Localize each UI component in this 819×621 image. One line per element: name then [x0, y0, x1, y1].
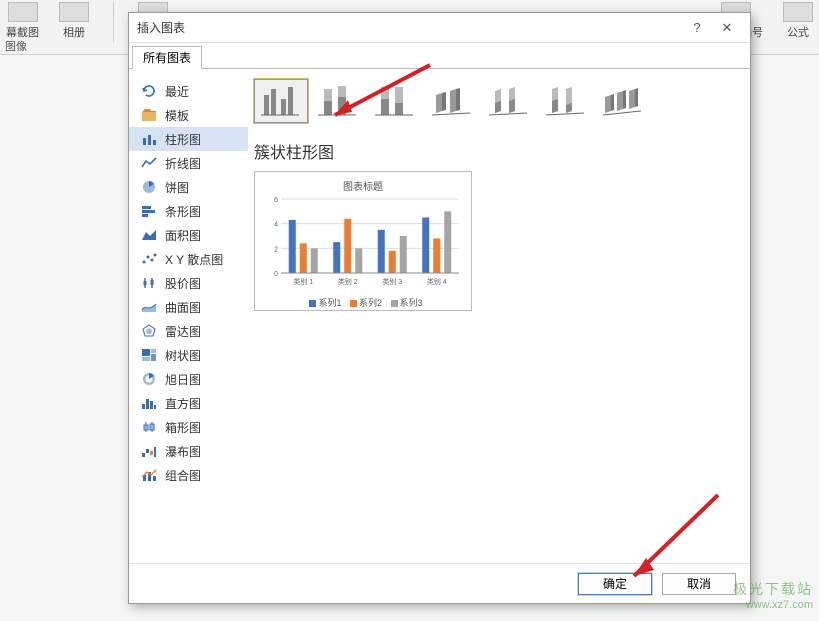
subtype-3d-clustered-column[interactable] — [425, 79, 479, 123]
chart-preview[interactable]: 图表标题 0 2 4 6 类别 1 类别 2 类别 3 类别 4 系列1 系列2 系列3 — [254, 171, 472, 311]
subtype-100-stacked-column[interactable] — [368, 79, 422, 123]
template-icon — [141, 108, 157, 122]
chart-preview-legend: 系列1 系列2 系列3 — [261, 296, 465, 309]
subtype-clustered-column[interactable] — [254, 79, 308, 123]
category-waterfall[interactable]: 瀑布图 — [129, 439, 248, 463]
svg-text:0: 0 — [274, 271, 278, 278]
category-label: 模板 — [165, 107, 189, 124]
subtype-stacked-column[interactable] — [311, 79, 365, 123]
recent-icon — [141, 84, 157, 98]
category-sunburst[interactable]: 旭日图 — [129, 367, 248, 391]
dialog-tab-strip: 所有图表 — [129, 46, 750, 68]
chart-category-list: 最近模板柱形图折线图饼图条形图面积图 X Y 散点图股价图曲面图雷达图树状图旭日图… — [129, 69, 248, 563]
category-label: 树状图 — [165, 347, 201, 364]
category-label: 瀑布图 — [165, 443, 201, 460]
category-label: 条形图 — [165, 203, 201, 220]
category-area[interactable]: 面积图 — [129, 223, 248, 247]
line-icon — [141, 156, 157, 170]
chart-subtype-title: 簇状柱形图 — [254, 139, 738, 163]
svg-text:类别 2: 类别 2 — [338, 277, 358, 286]
xy-icon — [141, 252, 157, 266]
chart-subtype-row — [254, 79, 738, 123]
ribbon-album[interactable]: 相册 — [59, 2, 89, 40]
category-pie[interactable]: 饼图 — [129, 175, 248, 199]
bar-icon — [141, 204, 157, 218]
svg-text:2: 2 — [274, 246, 278, 253]
category-label: 箱形图 — [165, 419, 201, 436]
category-stock[interactable]: 股价图 — [129, 271, 248, 295]
dialog-footer: 确定 取消 — [129, 563, 750, 603]
sunburst-icon — [141, 372, 157, 386]
ribbon-screenshot[interactable]: 幕截图 — [6, 2, 39, 40]
ribbon-group-images-label: 图像 — [5, 38, 27, 54]
subtype-3d-100-stacked-column[interactable] — [539, 79, 593, 123]
category-template[interactable]: 模板 — [129, 103, 248, 127]
svg-text:4: 4 — [274, 222, 278, 229]
svg-text:类别 4: 类别 4 — [427, 277, 447, 286]
box-icon — [141, 420, 157, 434]
category-label: 折线图 — [165, 155, 201, 172]
chart-right-panel: 簇状柱形图 图表标题 0 2 4 6 类别 1 类别 2 类别 3 类别 4 系列1 系列2 … — [248, 69, 750, 563]
pie-icon — [141, 180, 157, 194]
category-treemap[interactable]: 树状图 — [129, 343, 248, 367]
close-button[interactable]: ✕ — [712, 16, 742, 40]
hist-icon — [141, 396, 157, 410]
category-combo[interactable]: 组合图 — [129, 463, 248, 487]
stock-icon — [141, 276, 157, 290]
category-label: 组合图 — [165, 467, 201, 484]
svg-text:类别 1: 类别 1 — [293, 277, 313, 286]
svg-text:类别 3: 类别 3 — [382, 277, 402, 286]
category-label: 饼图 — [165, 179, 189, 196]
surface-icon — [141, 300, 157, 314]
treemap-icon — [141, 348, 157, 362]
category-xy[interactable]: X Y 散点图 — [129, 247, 248, 271]
category-label: 直方图 — [165, 395, 201, 412]
category-label: 雷达图 — [165, 323, 201, 340]
category-label: 面积图 — [165, 227, 201, 244]
category-hist[interactable]: 直方图 — [129, 391, 248, 415]
category-label: 柱形图 — [165, 131, 201, 148]
category-label: 曲面图 — [165, 299, 201, 316]
category-label: 旭日图 — [165, 371, 201, 388]
svg-text:6: 6 — [274, 197, 278, 204]
chart-preview-plot: 0 2 4 6 类别 1 类别 2 类别 3 类别 4 — [261, 197, 461, 287]
insert-chart-dialog: 插入图表 ? ✕ 所有图表 最近模板柱形图折线图饼图条形图面积图 X Y 散点图股… — [128, 12, 751, 604]
area-icon — [141, 228, 157, 242]
category-recent[interactable]: 最近 — [129, 79, 248, 103]
category-label: 股价图 — [165, 275, 201, 292]
ok-button[interactable]: 确定 — [578, 573, 652, 595]
waterfall-icon — [141, 444, 157, 458]
combo-icon — [141, 468, 157, 482]
chart-preview-title: 图表标题 — [261, 178, 465, 193]
watermark: 极光下载站 www.xz7.com — [733, 579, 813, 611]
subtype-3d-stacked-column[interactable] — [482, 79, 536, 123]
dialog-title: 插入图表 — [137, 19, 682, 36]
tab-all-charts[interactable]: 所有图表 — [132, 46, 202, 69]
category-label: X Y 散点图 — [165, 251, 223, 268]
dialog-titlebar: 插入图表 ? ✕ — [129, 13, 750, 43]
subtype-3d-column[interactable] — [596, 79, 650, 123]
ribbon-formula[interactable]: 公式 — [783, 2, 813, 40]
category-bar[interactable]: 条形图 — [129, 199, 248, 223]
category-surface[interactable]: 曲面图 — [129, 295, 248, 319]
category-line[interactable]: 折线图 — [129, 151, 248, 175]
cancel-button[interactable]: 取消 — [662, 573, 736, 595]
radar-icon — [141, 324, 157, 338]
help-button[interactable]: ? — [682, 16, 712, 40]
column-icon — [141, 132, 157, 146]
category-label: 最近 — [165, 83, 189, 100]
category-radar[interactable]: 雷达图 — [129, 319, 248, 343]
category-box[interactable]: 箱形图 — [129, 415, 248, 439]
category-column[interactable]: 柱形图 — [129, 127, 248, 151]
